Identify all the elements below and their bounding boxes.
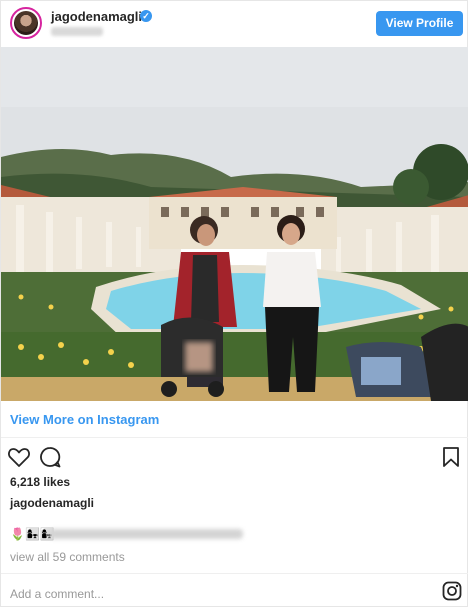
heart-icon[interactable] [7, 446, 31, 468]
username[interactable]: jagodenamagli [51, 9, 142, 24]
location-blurred [51, 27, 103, 36]
verified-badge-icon: ✓ [140, 10, 152, 22]
post-header: jagodenamagli ✓ View Profile [1, 1, 468, 47]
likes-count[interactable]: 6,218 likes [10, 475, 70, 489]
instagram-icon[interactable] [442, 581, 462, 601]
post-photo[interactable] [1, 47, 468, 401]
view-all-comments-link[interactable]: view all 59 comments [10, 550, 125, 564]
view-profile-button[interactable]: View Profile [376, 11, 463, 36]
caption-text-blurred [49, 529, 243, 539]
view-more-on-instagram-link[interactable]: View More on Instagram [10, 412, 159, 427]
avatar[interactable] [10, 7, 42, 39]
bookmark-icon[interactable] [442, 446, 460, 468]
divider [1, 437, 468, 438]
comment-icon[interactable] [39, 446, 61, 468]
add-comment-input[interactable]: Add a comment... [10, 587, 104, 601]
instagram-embed-card: jagodenamagli ✓ View Profile View More o… [0, 0, 468, 607]
divider [1, 573, 468, 574]
caption-username[interactable]: jagodenamagli [10, 496, 94, 510]
post-photo-image [1, 47, 468, 401]
